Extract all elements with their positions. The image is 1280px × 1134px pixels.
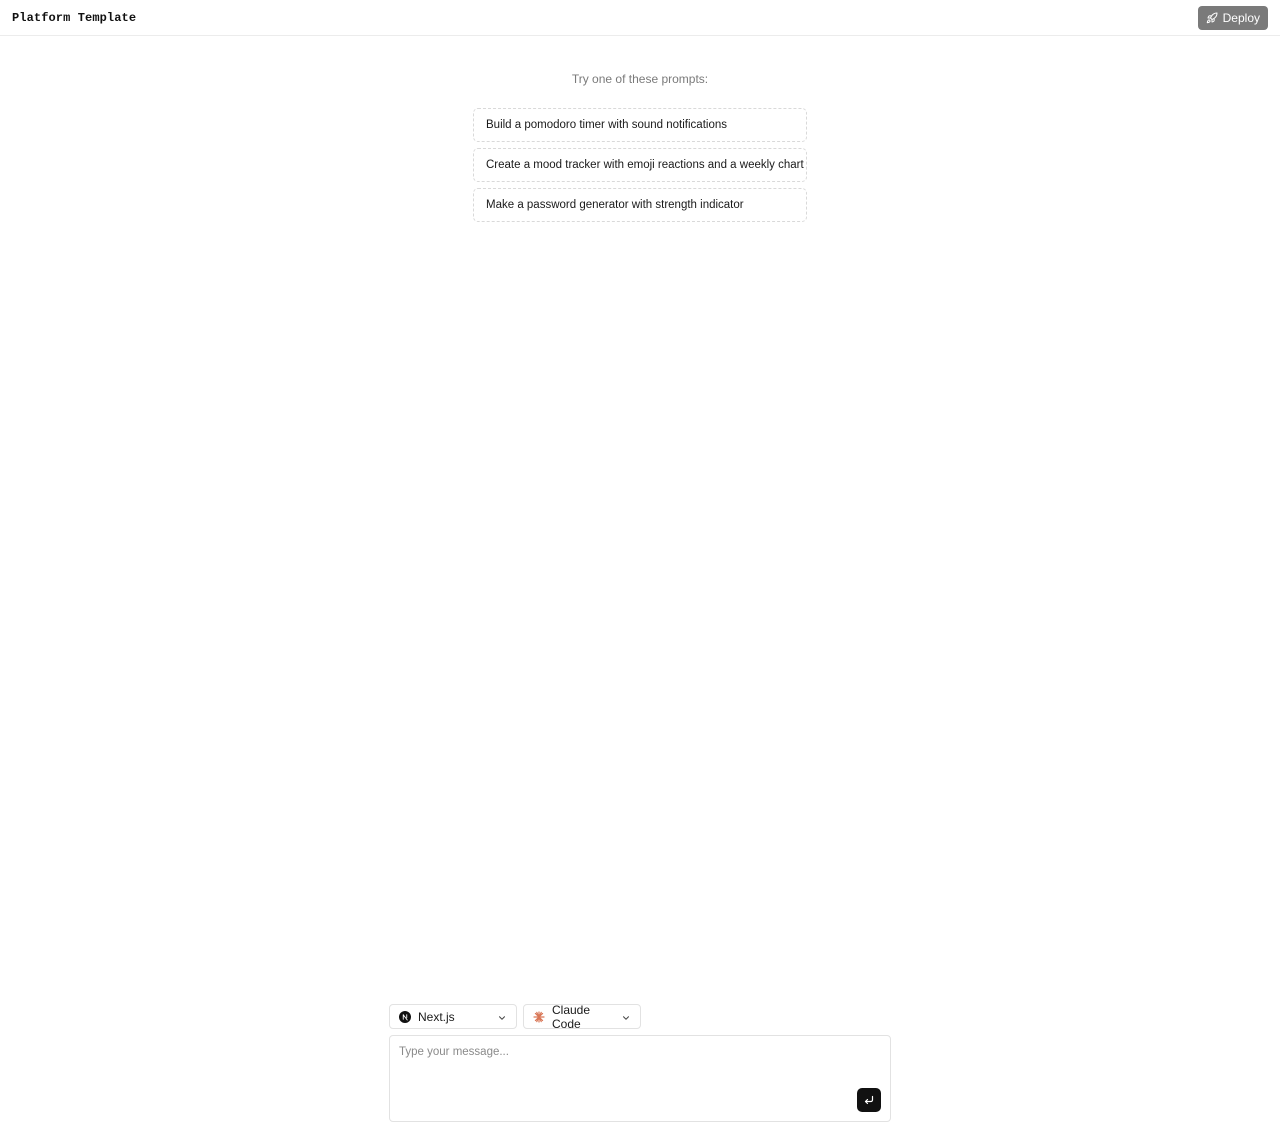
framework-select[interactable]: Next.js [389,1004,517,1029]
claude-icon [533,1010,545,1023]
message-composer [389,1035,891,1122]
framework-label: Next.js [418,1009,455,1024]
chevron-down-icon [497,1012,507,1022]
agent-select[interactable]: Claude Code [523,1002,641,1031]
message-input[interactable] [390,1036,890,1086]
rocket-icon [1206,11,1218,24]
composer-selectors: Next.js Claude Code [389,1002,641,1031]
prompt-suggestion-pomodoro[interactable]: Build a pomodoro timer with sound notifi… [473,108,807,142]
prompt-suggestion-password-generator[interactable]: Make a password generator with strength … [473,188,807,222]
deploy-button[interactable]: Deploy [1197,5,1268,30]
agent-label: Claude Code [552,1002,591,1031]
prompts-heading: Try one of these prompts: [571,72,709,86]
top-bar: Platform Template Deploy [0,0,1280,36]
app-title: Platform Template [12,10,137,25]
chevron-down-icon [621,1012,631,1022]
prompt-suggestions: Build a pomodoro timer with sound notifi… [473,108,807,222]
deploy-label: Deploy [1222,10,1260,25]
app-root: Platform Template Deploy Try one of thes… [0,0,1280,1134]
send-button[interactable] [857,1088,881,1112]
nextjs-icon [399,1010,411,1023]
prompt-suggestion-mood-tracker[interactable]: Create a mood tracker with emoji reactio… [473,148,807,182]
enter-icon [863,1094,875,1106]
